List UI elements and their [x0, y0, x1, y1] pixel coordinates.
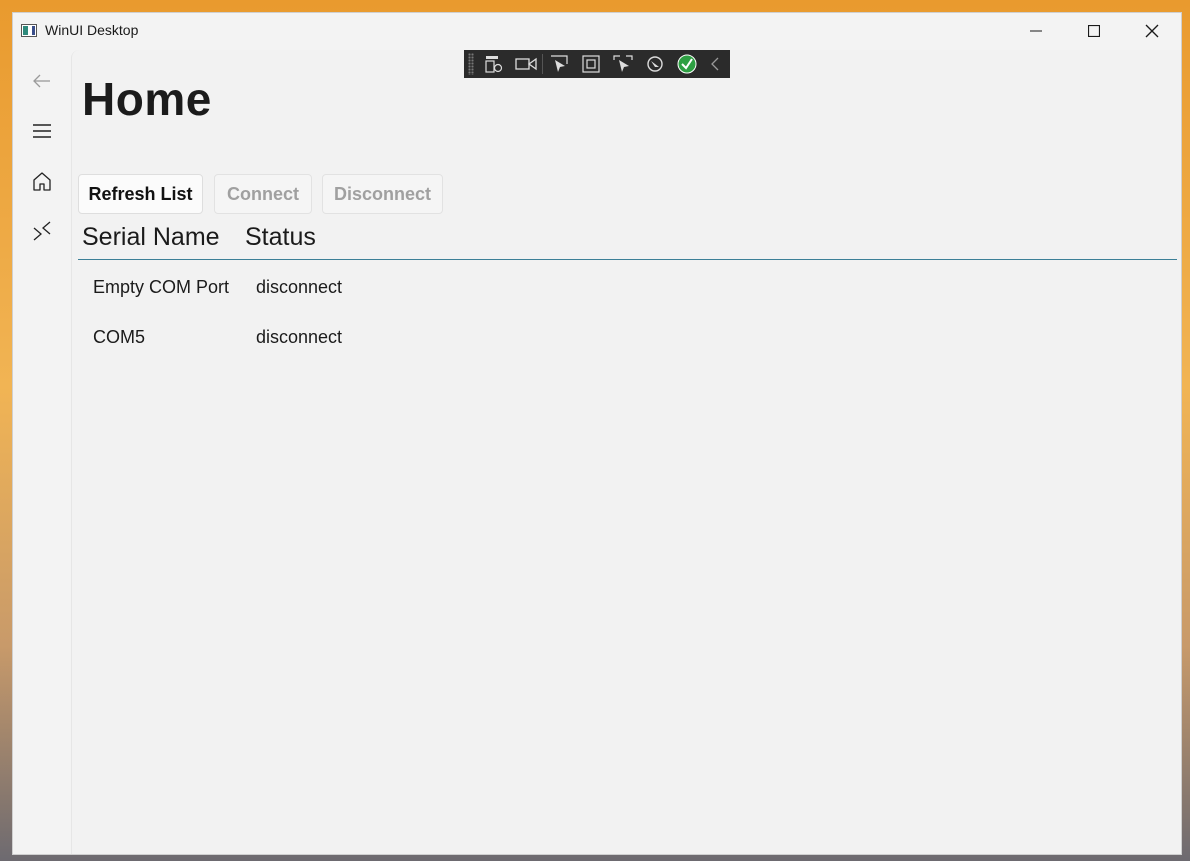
hot-reload-icon	[647, 56, 663, 72]
serial-name-cell: Empty COM Port	[93, 277, 230, 297]
status-cell: disconnect	[256, 327, 343, 347]
collapse-toolbar-button[interactable]	[703, 50, 727, 78]
chevron-left-icon	[711, 57, 719, 71]
live-visual-tree-button[interactable]	[478, 50, 510, 78]
maximize-button[interactable]	[1065, 13, 1123, 49]
hot-reload-button[interactable]	[639, 50, 671, 78]
maximize-icon	[1088, 25, 1100, 37]
serial-connect-icon	[33, 221, 51, 241]
toolbar-grip[interactable]	[468, 53, 474, 75]
back-button[interactable]	[13, 61, 71, 101]
content-area: Home Refresh List Connect Disconnect Ser…	[71, 50, 1181, 854]
nav-item-home[interactable]	[13, 161, 71, 201]
adorner-box-icon	[582, 55, 600, 73]
select-cursor-icon	[551, 55, 568, 72]
nav-item-serial[interactable]	[13, 211, 71, 251]
disconnect-button[interactable]: Disconnect	[322, 174, 443, 214]
visual-tree-icon	[485, 56, 503, 73]
video-camera-icon	[515, 57, 537, 71]
minimize-icon	[1030, 30, 1042, 32]
serial-name-cell: COM5	[93, 327, 146, 347]
status-cell: disconnect	[256, 277, 343, 297]
refresh-list-button[interactable]: Refresh List	[78, 174, 203, 214]
close-icon	[1145, 24, 1159, 38]
back-arrow-icon	[33, 74, 50, 88]
display-layout-adorners-button[interactable]	[575, 50, 607, 78]
app-window: WinUI Desktop Home Refresh List Connect …	[12, 12, 1182, 855]
minimize-button[interactable]	[1007, 13, 1065, 49]
column-header-status: Status	[245, 223, 316, 251]
track-focus-icon	[613, 55, 633, 72]
track-focus-button[interactable]	[607, 50, 639, 78]
title-bar[interactable]: WinUI Desktop	[13, 13, 1181, 49]
check-circle-icon	[677, 54, 697, 74]
status-ok-button[interactable]	[671, 50, 703, 78]
record-button[interactable]	[510, 50, 542, 78]
connect-button[interactable]: Connect	[214, 174, 312, 214]
header-divider	[78, 259, 1177, 260]
hamburger-menu-icon	[33, 124, 51, 138]
xaml-debug-toolbar	[464, 50, 730, 78]
home-icon	[33, 172, 51, 191]
page-title: Home	[82, 73, 212, 125]
column-header-serial-name: Serial Name	[82, 223, 220, 251]
navigation-pane	[13, 49, 71, 854]
menu-toggle-button[interactable]	[13, 111, 71, 151]
app-icon	[21, 24, 37, 37]
close-button[interactable]	[1123, 13, 1181, 49]
window-title: WinUI Desktop	[45, 22, 139, 38]
select-element-button[interactable]	[543, 50, 575, 78]
